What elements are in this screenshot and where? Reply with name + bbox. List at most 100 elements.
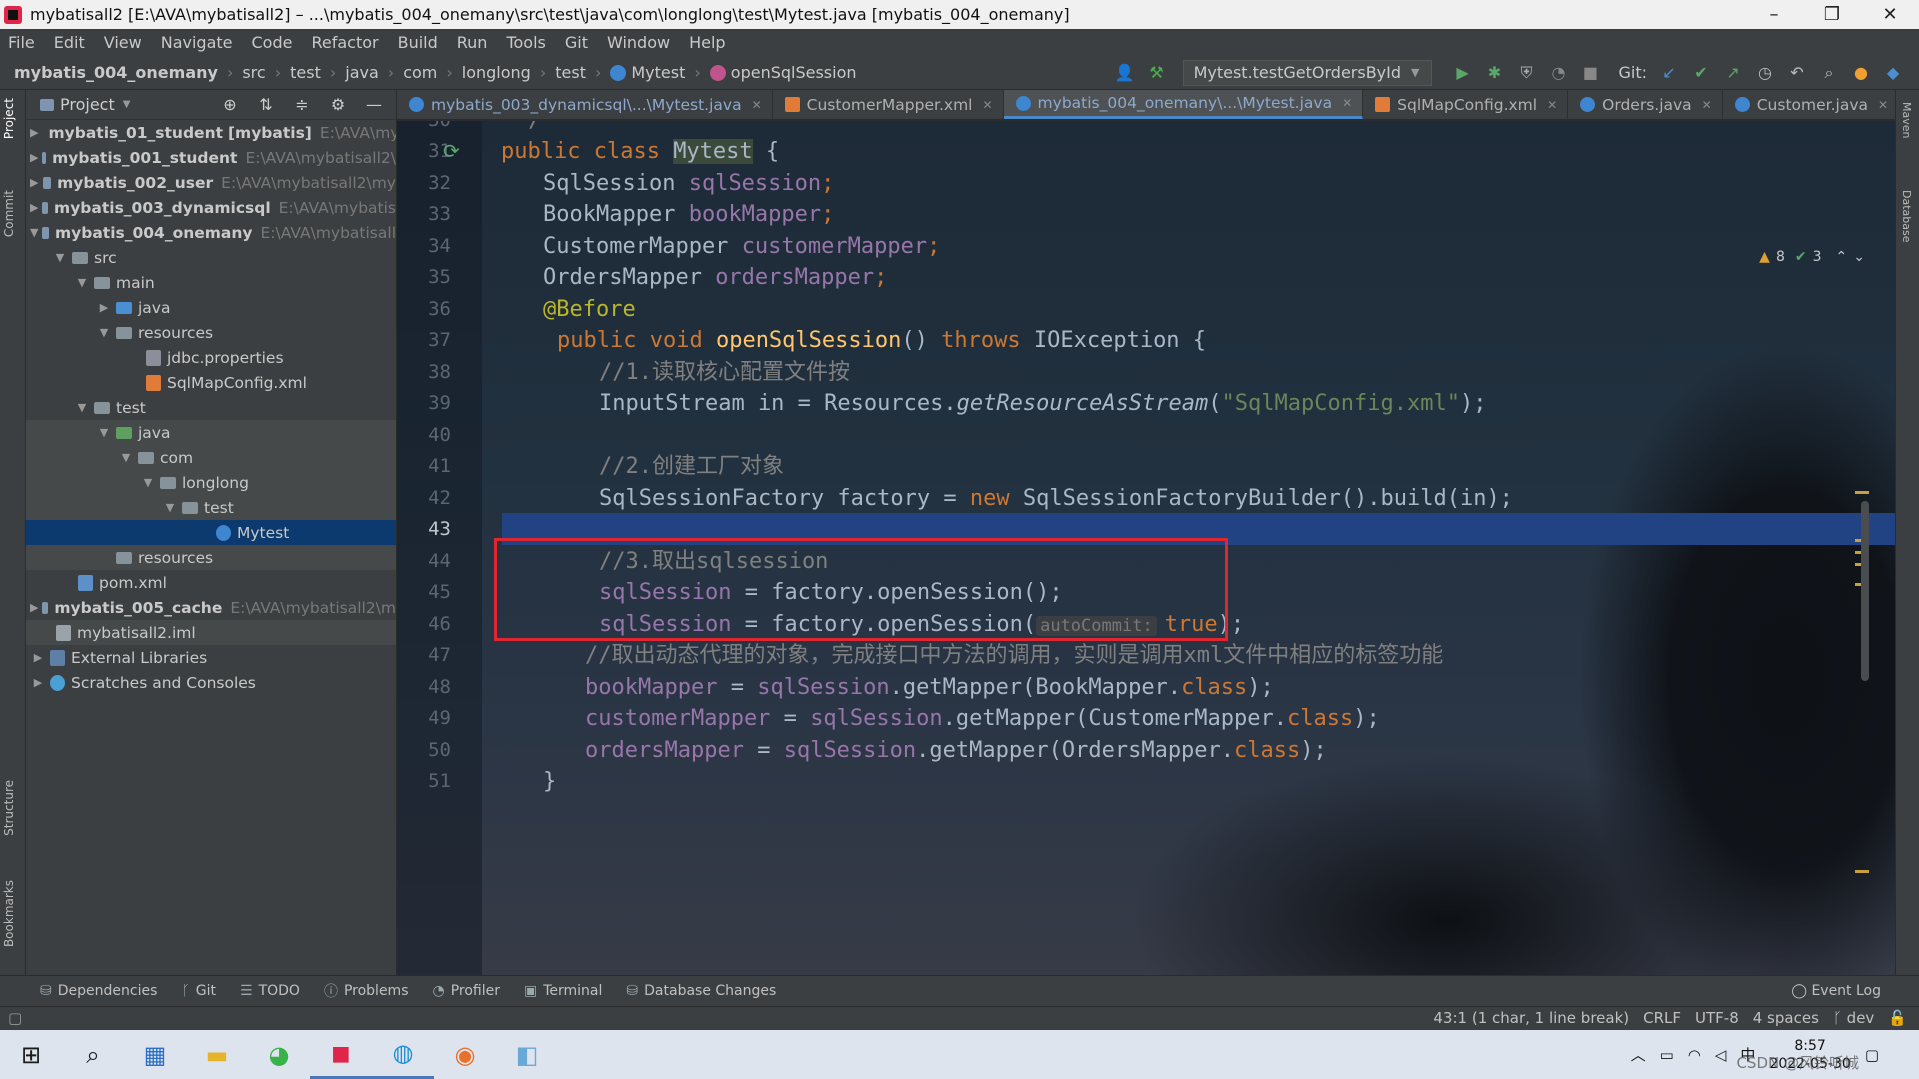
tree-item-src[interactable]: ▼ src [26,245,396,270]
tree-item-mybatis-001-student[interactable]: ▶ mybatis_001_student E:\AVA\mybatisall2\ [26,145,396,170]
git-commit-icon[interactable]: ✔ [1691,63,1711,83]
chevron-right-icon[interactable]: ▶ [30,201,38,214]
gear-icon[interactable]: ⚙ [328,95,348,115]
chevron-right-icon[interactable]: ▶ [96,301,112,314]
tool-tab-structure[interactable]: Structure [2,780,16,836]
breadcrumb-test-package[interactable]: test [555,63,586,82]
close-tab-icon[interactable]: ✕ [752,98,762,112]
rollback-icon[interactable]: ↶ [1787,63,1807,83]
project-panel-title[interactable]: Project [60,95,115,114]
close-tab-icon[interactable]: ✕ [1878,98,1888,112]
volume-icon[interactable]: ◁ [1715,1046,1727,1064]
app-icon[interactable]: ◧ [496,1030,558,1079]
chevron-right-icon[interactable]: ▶ [30,151,38,164]
tree-item-pom-xml[interactable]: pom.xml [26,570,396,595]
run-configuration-select[interactable]: Mytest.testGetOrdersById ▼ [1182,59,1433,86]
menu-file[interactable]: File [8,33,35,52]
search-icon[interactable]: ⌕ [62,1030,124,1079]
collapse-all-icon[interactable]: ≑ [292,95,312,115]
tab-customer-java[interactable]: Customer.java ✕ [1723,90,1895,119]
chevron-right-icon[interactable]: ▶ [30,126,38,139]
tree-item-jdbc-properties[interactable]: jdbc.properties [26,345,396,370]
menu-refactor[interactable]: Refactor [311,33,378,52]
next-highlight-icon[interactable]: ⌄ [1853,249,1865,265]
chevron-right-icon[interactable]: ▶ [30,676,46,689]
chevron-right-icon[interactable]: ▶ [30,651,46,664]
chevron-down-icon[interactable]: ▼ [162,501,178,514]
profiler-icon[interactable]: ◔ [1548,63,1568,83]
menu-window[interactable]: Window [607,33,670,52]
menu-tools[interactable]: Tools [506,33,545,52]
tree-item-main-java[interactable]: ▶ java [26,295,396,320]
tree-item-test-java[interactable]: ▼ java [26,420,396,445]
ide-logo-icon[interactable]: ◆ [1883,63,1903,83]
chevron-down-icon[interactable]: ▼ [74,276,90,289]
file-explorer-icon[interactable]: ▬ [186,1030,248,1079]
line-separator[interactable]: CRLF [1643,1009,1681,1027]
updates-icon[interactable]: ● [1851,63,1871,83]
intellij-idea-icon[interactable]: ◼ [310,1030,372,1079]
tab-sqlmapconfig-xml[interactable]: SqlMapConfig.xml ✕ [1363,90,1569,119]
close-button[interactable]: ✕ [1861,0,1919,29]
chevron-down-icon[interactable]: ▼ [96,326,112,339]
tree-item-mytest[interactable]: Mytest [26,520,396,545]
minimize-button[interactable]: – [1745,0,1803,29]
panel-toggle-icon[interactable]: ▢ [8,1009,22,1027]
coverage-icon[interactable]: ⛨ [1516,63,1536,83]
close-tab-icon[interactable]: ✕ [1702,98,1712,112]
breadcrumb-test[interactable]: test [290,63,321,82]
user-icon[interactable]: 👤 [1115,63,1135,83]
menu-run[interactable]: Run [457,33,488,52]
firefox-icon[interactable]: ◉ [434,1030,496,1079]
tool-profiler[interactable]: ◔ Profiler [432,983,500,999]
tree-item-test[interactable]: ▼ test [26,395,396,420]
tab-customermapper-xml[interactable]: CustomerMapper.xml ✕ [773,90,1004,119]
tree-item-external-libraries[interactable]: ▶ External Libraries [26,645,396,670]
edge-browser-icon[interactable]: ◍ [372,1030,434,1079]
battery-icon[interactable]: ▭ [1660,1046,1674,1064]
history-icon[interactable]: ◷ [1755,63,1775,83]
tool-git[interactable]: ᚴ Git [181,983,216,999]
chevron-down-icon[interactable]: ▼ [74,401,90,414]
previous-highlight-icon[interactable]: ⌃ [1836,249,1848,265]
file-encoding[interactable]: UTF-8 [1695,1009,1739,1027]
debug-icon[interactable]: ✱ [1484,63,1504,83]
breadcrumb-longlong[interactable]: longlong [462,63,531,82]
tool-tab-maven[interactable]: Maven [1900,102,1913,138]
tab-mytest-onemany[interactable]: mybatis_004_onemany\...\Mytest.java ✕ [1003,90,1364,119]
tree-item-mybatis-002-user[interactable]: ▶ mybatis_002_user E:\AVA\mybatisall2\my [26,170,396,195]
search-icon[interactable]: ⌕ [1819,63,1839,83]
chevron-right-icon[interactable]: ▶ [30,601,38,614]
tree-item-test-package[interactable]: ▼ test [26,495,396,520]
breadcrumb-src[interactable]: src [242,63,265,82]
event-log-button[interactable]: ◯ Event Log [1791,983,1881,999]
warning-stripe[interactable] [1855,870,1869,873]
lock-icon[interactable]: 🔓 [1888,1009,1907,1027]
wifi-icon[interactable]: ◠ [1688,1046,1701,1064]
wechat-icon[interactable]: ◕ [248,1030,310,1079]
tool-tab-bookmarks[interactable]: Bookmarks [2,880,16,947]
chevron-down-icon[interactable]: ▼ [96,426,112,439]
breadcrumb-class[interactable]: Mytest [631,63,685,82]
breadcrumb-module[interactable]: mybatis_004_onemany [14,63,218,82]
tray-chevron-up-icon[interactable]: ︿ [1631,1044,1646,1065]
locate-icon[interactable]: ⊕ [220,95,240,115]
tool-todo[interactable]: ☰ TODO [240,983,300,999]
expand-all-icon[interactable]: ⇅ [256,95,276,115]
chevron-right-icon[interactable]: ▶ [30,176,39,189]
breadcrumb-com[interactable]: com [403,63,437,82]
tool-tab-commit[interactable]: Commit [2,190,16,237]
git-branch[interactable]: ᚴ dev [1833,1009,1874,1027]
tool-terminal[interactable]: ▣ Terminal [524,983,602,999]
tab-orders-java[interactable]: Orders.java ✕ [1568,90,1723,119]
chevron-down-icon[interactable]: ▼ [52,251,68,264]
menu-edit[interactable]: Edit [54,33,85,52]
breadcrumb-method[interactable]: openSqlSession [731,63,857,82]
build-hammer-icon[interactable]: ⚒ [1147,63,1167,83]
caret-position[interactable]: 43:1 (1 char, 1 line break) [1433,1009,1629,1027]
tree-item-longlong[interactable]: ▼ longlong [26,470,396,495]
tree-item-main-resources[interactable]: ▼ resources [26,320,396,345]
notifications-icon[interactable]: ▢ [1865,1046,1879,1064]
git-update-icon[interactable]: ↙ [1659,63,1679,83]
chevron-down-icon[interactable]: ▼ [118,451,134,464]
